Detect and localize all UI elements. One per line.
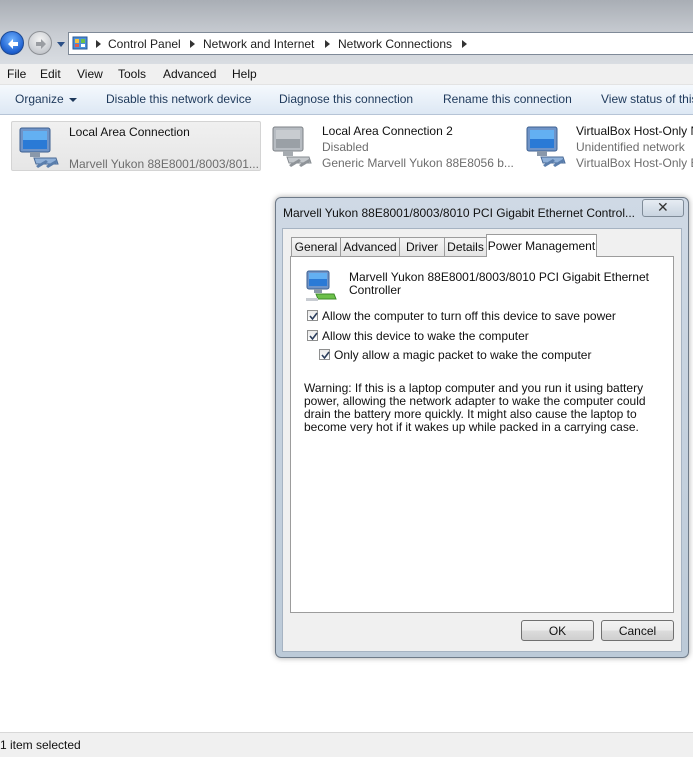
breadcrumb-arrow-icon[interactable] — [325, 40, 330, 48]
control-panel-icon — [72, 36, 88, 50]
recent-pages-dropdown-icon[interactable] — [56, 40, 66, 48]
command-bar: Organize Disable this network device Dia… — [0, 85, 693, 115]
close-button[interactable]: ✕ — [642, 199, 684, 217]
connection-device: Generic Marvell Yukon 88E8056 b... — [322, 156, 514, 170]
menu-tools[interactable]: Tools — [118, 67, 146, 81]
address-field[interactable]: Control Panel Network and Internet Netwo… — [68, 32, 693, 55]
breadcrumb-network-and-internet[interactable]: Network and Internet — [203, 37, 314, 51]
connection-name: Local Area Connection 2 — [322, 124, 453, 138]
tab-power-management[interactable]: Power Management — [486, 234, 597, 257]
menu-edit[interactable]: Edit — [40, 67, 61, 81]
menu-advanced[interactable]: Advanced — [163, 67, 216, 81]
network-adapter-icon — [19, 127, 59, 168]
menu-view[interactable]: View — [77, 67, 103, 81]
breadcrumb-network-connections[interactable]: Network Connections — [338, 37, 452, 51]
magic-packet-checkbox[interactable] — [319, 349, 330, 360]
breadcrumb-control-panel[interactable]: Control Panel — [108, 37, 181, 51]
connection-status: Disabled — [322, 140, 369, 154]
status-text: 1 item selected — [0, 738, 81, 752]
allow-turn-off-checkbox[interactable] — [307, 310, 318, 321]
menu-help[interactable]: Help — [232, 67, 257, 81]
connection-item-virtualbox[interactable]: VirtualBox Host-Only N Unidentified netw… — [519, 121, 693, 171]
tab-details[interactable]: Details — [444, 237, 487, 256]
option-label: Only allow a magic packet to wake the co… — [334, 348, 592, 362]
breadcrumb-arrow-icon[interactable] — [462, 40, 467, 48]
tab-general[interactable]: General — [291, 237, 341, 256]
back-button[interactable] — [0, 31, 24, 55]
cancel-button[interactable]: Cancel — [601, 620, 674, 641]
connection-device: VirtualBox Host-Only E — [576, 156, 693, 170]
organize-button[interactable]: Organize — [15, 92, 77, 106]
forward-button[interactable] — [28, 31, 52, 55]
checkmark-icon — [309, 332, 318, 341]
connection-item-local-area-2[interactable]: Local Area Connection 2 Disabled Generic… — [265, 121, 515, 171]
connection-status: Unidentified network — [576, 140, 685, 154]
disable-device-button[interactable]: Disable this network device — [106, 92, 251, 106]
adapter-properties-dialog: Marvell Yukon 88E8001/8003/8010 PCI Giga… — [275, 197, 689, 658]
diagnose-connection-button[interactable]: Diagnose this connection — [279, 92, 413, 106]
status-bar: 1 item selected — [0, 732, 693, 757]
battery-warning-text: Warning: If this is a laptop computer an… — [304, 381, 646, 434]
view-status-button[interactable]: View status of this — [601, 92, 693, 106]
connection-name: Local Area Connection — [69, 125, 190, 139]
breadcrumb-arrow-icon[interactable] — [190, 40, 195, 48]
organize-label: Organize — [15, 92, 64, 106]
ok-button[interactable]: OK — [521, 620, 594, 641]
menu-bar: File Edit View Tools Advanced Help — [0, 64, 693, 85]
menu-file[interactable]: File — [7, 67, 26, 81]
allow-wake-checkbox[interactable] — [307, 330, 318, 341]
breadcrumb-arrow-icon[interactable] — [96, 40, 101, 48]
network-adapter-icon — [526, 126, 566, 167]
chevron-down-icon — [68, 97, 77, 102]
device-name: Marvell Yukon 88E8001/8003/8010 PCI Giga… — [349, 270, 649, 297]
checkmark-icon — [321, 351, 330, 360]
dialog-title: Marvell Yukon 88E8001/8003/8010 PCI Giga… — [283, 206, 636, 220]
option-label: Allow the computer to turn off this devi… — [322, 309, 616, 323]
dialog-body: General Advanced Driver Details Power Ma… — [282, 228, 682, 652]
rename-connection-button[interactable]: Rename this connection — [443, 92, 572, 106]
connection-device: Marvell Yukon 88E8001/8003/801... — [69, 157, 259, 171]
network-connections-window: Control Panel Network and Internet Netwo… — [0, 0, 693, 757]
network-adapter-icon — [306, 270, 337, 301]
tab-driver[interactable]: Driver — [399, 237, 445, 256]
forward-arrow-icon — [36, 39, 46, 49]
connection-item-local-area[interactable]: Local Area Connection Marvell Yukon 88E8… — [11, 121, 261, 171]
power-management-panel: Marvell Yukon 88E8001/8003/8010 PCI Giga… — [290, 256, 674, 613]
back-arrow-icon — [8, 39, 18, 49]
network-adapter-disabled-icon — [272, 126, 312, 167]
tab-advanced[interactable]: Advanced — [340, 237, 400, 256]
option-label: Allow this device to wake the computer — [322, 329, 529, 343]
connection-name: VirtualBox Host-Only N — [576, 124, 693, 138]
close-icon: ✕ — [657, 199, 669, 215]
address-bar-area: Control Panel Network and Internet Netwo… — [0, 0, 693, 64]
checkmark-icon — [309, 312, 318, 321]
